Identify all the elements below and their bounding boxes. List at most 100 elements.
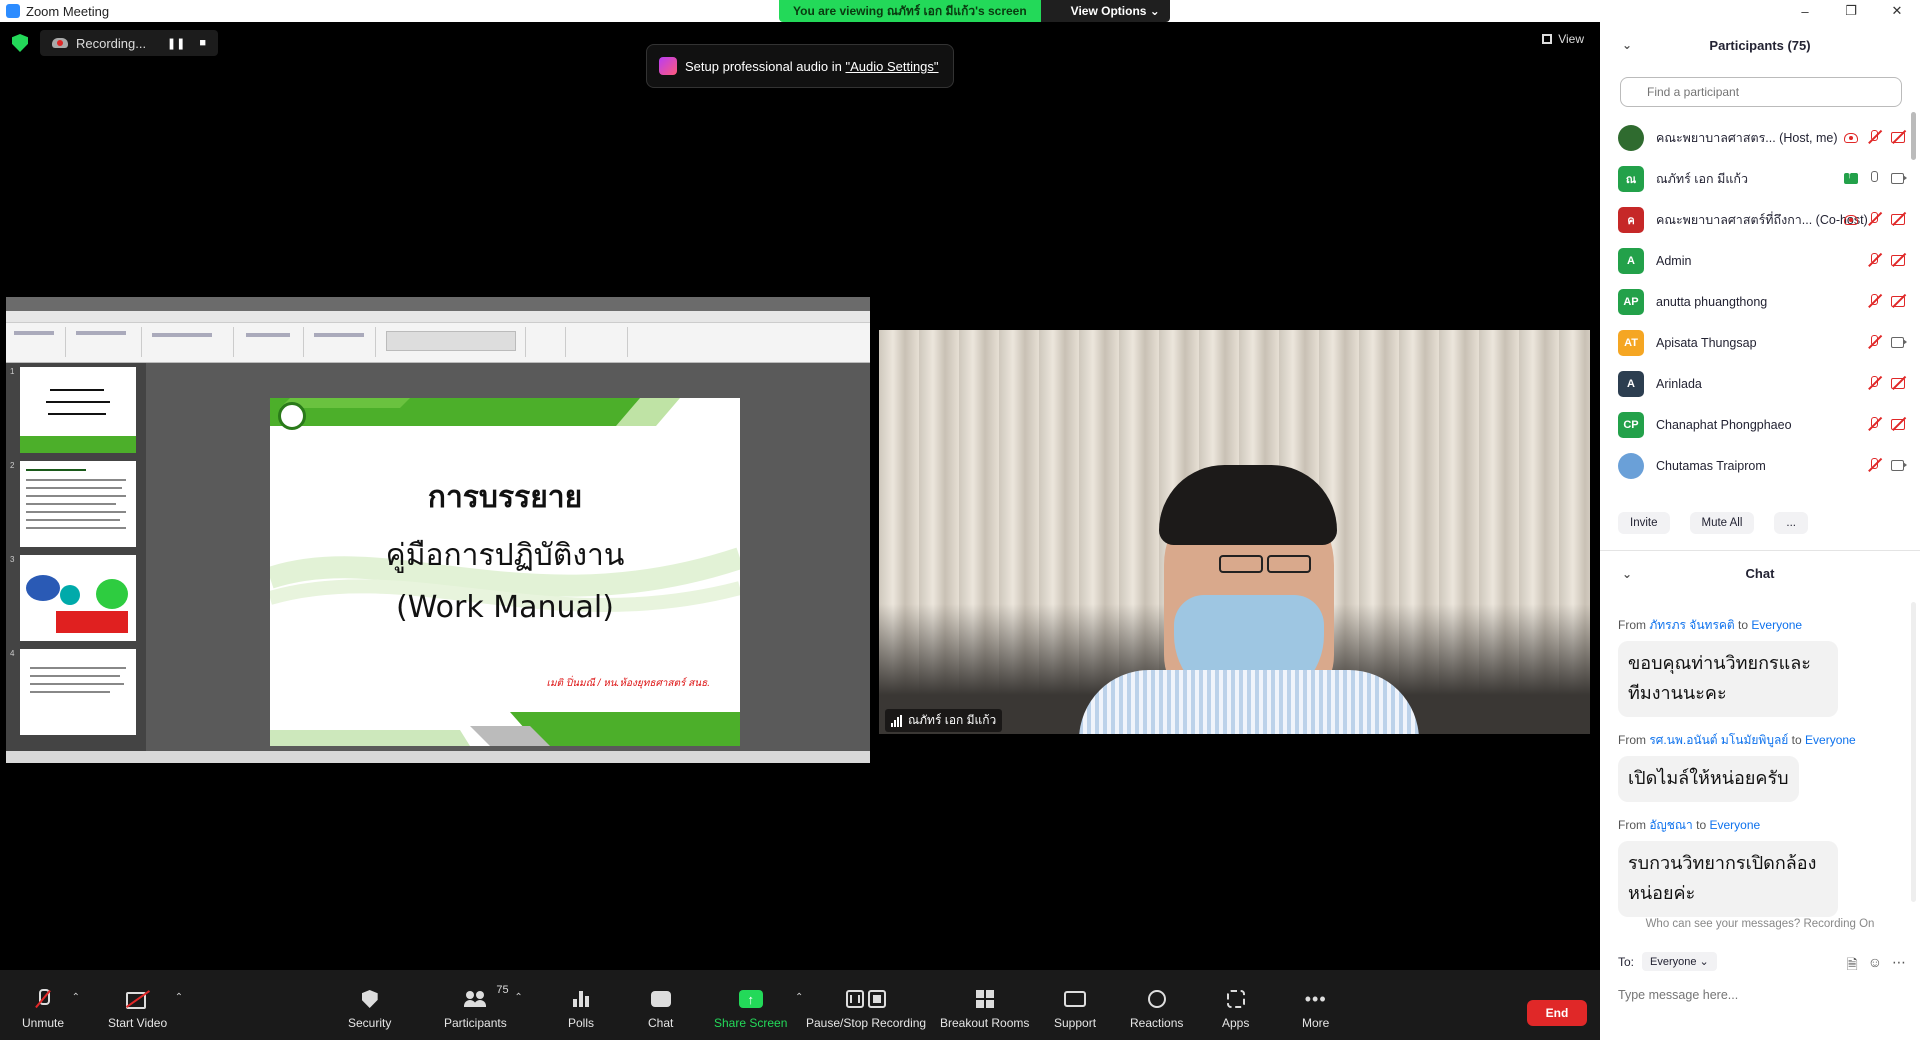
- participants-more-button[interactable]: ...: [1774, 512, 1809, 534]
- chat-recipient-name[interactable]: Everyone: [1805, 733, 1856, 747]
- from-word: From: [1618, 733, 1650, 747]
- participant-search-input[interactable]: [1620, 77, 1902, 107]
- chat-sender[interactable]: อัญชณา: [1649, 818, 1692, 832]
- encryption-shield-icon[interactable]: [12, 34, 28, 52]
- participant-row[interactable]: AP anutta phuangthong: [1600, 281, 1910, 322]
- slide-top-band: [270, 398, 680, 426]
- chat-recipient-name[interactable]: Everyone: [1751, 618, 1802, 632]
- microphone-muted-icon: [1866, 252, 1882, 268]
- participant-list: คณะพยาบาลศาสตร... (Host, me) ณ ณภัทร์ เอก …: [1600, 117, 1910, 486]
- participant-row[interactable]: ค คณะพยาบาลศาสตร์ที่ถึงกา... (Co-host): [1600, 199, 1910, 240]
- polls-icon: [573, 991, 589, 1007]
- participant-row[interactable]: คณะพยาบาลศาสตร... (Host, me): [1600, 117, 1910, 158]
- viewing-name: ณภัทร์ เอก มีแก้ว: [886, 4, 976, 18]
- reactions-button[interactable]: Reactions: [1130, 988, 1183, 1030]
- breakout-rooms-button[interactable]: Breakout Rooms: [940, 988, 1029, 1030]
- slide-bottom-band: [270, 712, 740, 746]
- chat-visibility-notice[interactable]: Who can see your messages? Recording On: [1600, 918, 1920, 930]
- pause-stop-recording-button[interactable]: Pause/Stop Recording: [806, 988, 926, 1030]
- chat-more-icon[interactable]: ⋯: [1892, 954, 1906, 978]
- more-dots-icon: •••: [1304, 988, 1327, 1009]
- participant-status-icons: [1866, 457, 1907, 473]
- close-button[interactable]: ✕: [1874, 0, 1920, 22]
- minimize-button[interactable]: –: [1782, 0, 1828, 22]
- slide-title-line1: การบรรยาย: [427, 480, 583, 515]
- slide-thumbnail[interactable]: 2: [10, 461, 136, 547]
- recording-icon: [1844, 130, 1858, 144]
- ppt-ribbon-tabs: [6, 311, 870, 323]
- chat-button[interactable]: Chat: [648, 988, 673, 1030]
- collapse-chat-icon[interactable]: ⌄: [1622, 567, 1632, 581]
- polls-button[interactable]: Polls: [568, 988, 594, 1030]
- pause-recording-button[interactable]: ❚❚: [167, 37, 185, 50]
- participants-chevron-icon[interactable]: ⌃: [514, 992, 522, 1003]
- participant-name: Chanaphat Phongphaeo: [1656, 417, 1792, 432]
- participant-name: ณภัทร์ เอก มีแก้ว: [1656, 171, 1748, 186]
- ppt-statusbar: [6, 751, 870, 763]
- start-video-button[interactable]: Start Video ⌃: [108, 988, 183, 1030]
- chat-recipient-select[interactable]: Everyone ⌄: [1642, 952, 1717, 971]
- avatar: ค: [1618, 206, 1644, 233]
- participant-row[interactable]: ณ ณภัทร์ เอก มีแก้ว: [1600, 158, 1910, 199]
- emoji-icon[interactable]: ☺: [1868, 954, 1882, 978]
- view-options-button[interactable]: View Options ⌄: [1040, 0, 1170, 22]
- support-label: Support: [1054, 1016, 1097, 1030]
- microphone-muted-icon: [1866, 375, 1882, 391]
- apps-button[interactable]: Apps: [1222, 988, 1249, 1030]
- participant-name: Apisata Thungsap: [1656, 335, 1757, 350]
- audio-options-chevron-icon[interactable]: ⌃: [72, 992, 80, 1003]
- chat-sender[interactable]: รศ.นพ.อนันต์ มโนมัยพิบูลย์: [1649, 733, 1788, 747]
- video-name-tag: ณภัทร์ เอก มีแก้ว: [885, 709, 1003, 732]
- slide-title-line2: คู่มือการปฏิบัติงาน: [385, 538, 625, 573]
- participant-row[interactable]: Chutamas Traiprom: [1600, 445, 1910, 486]
- video-participant-name: ณภัทร์ เอก มีแก้ว: [908, 713, 997, 727]
- participant-name: anutta phuangthong: [1656, 294, 1768, 309]
- restore-button[interactable]: ❐: [1828, 0, 1874, 22]
- polls-label: Polls: [568, 1016, 595, 1030]
- participant-row[interactable]: AT Apisata Thungsap: [1600, 322, 1910, 363]
- support-button[interactable]: Support: [1054, 988, 1096, 1030]
- participant-row[interactable]: A Arinlada: [1600, 363, 1910, 404]
- chat-message-text: ขอบคุณท่านวิทยกรและทีมงานนะคะ: [1618, 641, 1838, 717]
- participant-row[interactable]: A Admin: [1600, 240, 1910, 281]
- recording-label: Recording...: [76, 35, 147, 51]
- audio-settings-link[interactable]: "Audio Settings": [845, 59, 938, 74]
- invite-button[interactable]: Invite: [1618, 512, 1670, 534]
- chat-recipient-name[interactable]: Everyone: [1709, 818, 1760, 832]
- participants-button[interactable]: 75 Participants ⌃: [444, 984, 523, 1030]
- collapse-participants-icon[interactable]: ⌄: [1622, 38, 1632, 52]
- participant-status-icons: [1866, 293, 1906, 309]
- participant-status-icons: [1866, 416, 1906, 432]
- participant-status-icons: [1866, 252, 1906, 268]
- stop-recording-button[interactable]: ■: [199, 37, 206, 50]
- chat-sender[interactable]: ภัทรภร จันทรคติ: [1649, 618, 1734, 632]
- file-icon[interactable]: 🗎: [1846, 954, 1857, 978]
- microphone-muted-icon: [1866, 416, 1882, 432]
- chat-title: Chat: [1745, 566, 1775, 581]
- camera-icon: [1890, 170, 1907, 186]
- chat-bubble-icon: [650, 991, 671, 1007]
- participant-video[interactable]: ณภัทร์ เอก มีแก้ว: [879, 330, 1590, 734]
- share-options-chevron-icon[interactable]: ⌃: [795, 992, 803, 1003]
- security-button[interactable]: Security: [348, 988, 391, 1030]
- chat-scrollbar[interactable]: [1911, 602, 1916, 902]
- view-button[interactable]: View: [1542, 32, 1584, 46]
- slide-thumbnail[interactable]: 1: [10, 367, 136, 453]
- more-button[interactable]: ••• More: [1302, 988, 1329, 1031]
- slide-thumbnail[interactable]: 3: [10, 555, 136, 641]
- participants-scrollbar[interactable]: [1911, 112, 1916, 160]
- participant-row[interactable]: CP Chanaphat Phongphaeo: [1600, 404, 1910, 445]
- chat-message-text: เปิดไมล์ให้หน่อยครับ: [1618, 756, 1799, 802]
- unmute-button[interactable]: Unmute ⌃: [22, 988, 80, 1030]
- participant-name: คณะพยาบาลศาสตร... (Host, me): [1656, 130, 1838, 145]
- audio-toast-text: Setup professional audio in: [685, 58, 842, 74]
- microphone-muted-icon: [1866, 334, 1882, 350]
- video-options-chevron-icon[interactable]: ⌃: [175, 992, 183, 1003]
- mute-all-button[interactable]: Mute All: [1689, 512, 1755, 534]
- chat-message-input[interactable]: [1618, 982, 1908, 1008]
- slide-thumbnail[interactable]: 4: [10, 649, 136, 735]
- end-meeting-button[interactable]: End: [1527, 1000, 1587, 1026]
- avatar: [1618, 124, 1644, 151]
- share-screen-button[interactable]: ↑ Share Screen ⌃: [714, 988, 803, 1030]
- pause-stop-recording-icon: [846, 990, 887, 1008]
